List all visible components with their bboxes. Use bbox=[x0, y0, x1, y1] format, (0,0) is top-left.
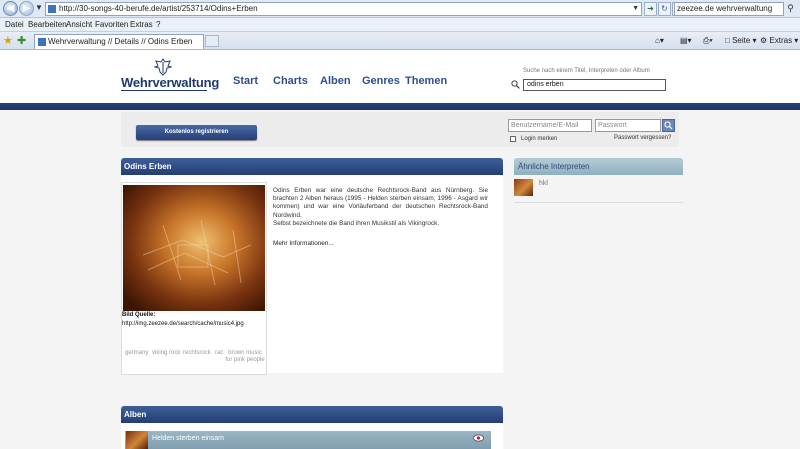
site-header: Wehrverwaltung Start Charts Alben Genres… bbox=[0, 51, 800, 103]
divider bbox=[514, 202, 683, 203]
nav-genres[interactable]: Genres bbox=[362, 75, 400, 87]
browser-search-input[interactable]: zeezee.de wehrverwaltung bbox=[674, 2, 784, 16]
site-logo[interactable]: Wehrverwaltung bbox=[121, 75, 219, 90]
tag-germany[interactable]: germany bbox=[125, 350, 148, 357]
nav-charts[interactable]: Charts bbox=[273, 75, 308, 87]
page-menu[interactable]: □ Seite ▾ bbox=[725, 35, 757, 47]
tag-brown-music[interactable]: brown music for pink people bbox=[225, 350, 265, 364]
tag-rac[interactable]: rac bbox=[215, 350, 223, 357]
page-icon bbox=[48, 5, 56, 13]
password-field[interactable]: Passwort bbox=[595, 119, 661, 132]
artist-description-text: Odins Erben war eine deutsche Rechtsrock… bbox=[273, 187, 488, 219]
page-menu-label: Seite bbox=[732, 36, 751, 45]
feed-icon[interactable]: ▤▾ bbox=[680, 35, 692, 47]
site-search-input[interactable]: odins erben bbox=[523, 79, 666, 91]
add-favorite-icon[interactable]: ✚ bbox=[17, 34, 26, 47]
eagle-logo-icon bbox=[154, 58, 172, 76]
similar-artists-title: Ähnliche Interpreten bbox=[514, 158, 683, 175]
login-submit-button[interactable] bbox=[662, 119, 675, 132]
logo-underline bbox=[121, 90, 207, 91]
header-stripe bbox=[0, 103, 800, 110]
tag-rechtsrock[interactable]: rechtsrock bbox=[183, 350, 211, 357]
image-source-label: Bild Quelle: bbox=[122, 312, 156, 318]
artist-title: Odins Erben bbox=[121, 158, 503, 175]
eye-icon[interactable] bbox=[473, 434, 484, 442]
page: Wehrverwaltung Start Charts Alben Genres… bbox=[0, 51, 800, 449]
tag-viking-rock[interactable]: viking rock bbox=[152, 350, 180, 357]
home-icon[interactable]: ⌂▾ bbox=[655, 35, 664, 47]
album-title[interactable]: Helden sterben einsam bbox=[152, 435, 224, 442]
back-button[interactable]: ◀ bbox=[3, 1, 18, 16]
forgot-password-link[interactable]: Passwort vergessen? bbox=[614, 135, 671, 141]
similar-artist-thumbnail[interactable] bbox=[514, 179, 533, 196]
extras-menu-label: Extras bbox=[769, 36, 793, 45]
artist-photo bbox=[123, 185, 265, 311]
refresh-icon[interactable]: ↻ bbox=[658, 2, 671, 16]
magnifier-icon bbox=[511, 80, 520, 89]
artist-description: Odins Erben war eine deutsche Rechtsrock… bbox=[273, 187, 488, 228]
address-bar: ◀ ▶ ▼ http://30-songs-40-berufe.de/artis… bbox=[0, 0, 800, 18]
new-tab-button[interactable] bbox=[205, 35, 219, 47]
album-thumbnail[interactable] bbox=[126, 431, 148, 449]
url-dropdown-icon[interactable]: ▼ bbox=[632, 3, 639, 15]
forward-button[interactable]: ▶ bbox=[19, 1, 34, 16]
menu-edit[interactable]: Bearbeiten bbox=[28, 18, 67, 32]
menu-bar: Datei Bearbeiten Ansicht Favoriten Extra… bbox=[0, 18, 800, 32]
favorites-star-icon[interactable]: ★ bbox=[3, 34, 13, 47]
albums-title: Alben bbox=[121, 406, 503, 423]
tab-title: Wehrverwaltung // Details // Odins Erben bbox=[48, 37, 193, 46]
menu-help[interactable]: ? bbox=[156, 18, 160, 32]
print-icon[interactable]: ⎙▾ bbox=[703, 35, 713, 47]
menu-view[interactable]: Ansicht bbox=[66, 18, 92, 32]
artist-description-text-2: Selbst bezeichnete die Band ihren Musiks… bbox=[273, 219, 440, 227]
nav-start[interactable]: Start bbox=[233, 75, 258, 87]
login-search-icon bbox=[664, 121, 673, 130]
go-icon[interactable]: ➜ bbox=[644, 2, 657, 16]
tab-page-icon bbox=[38, 38, 46, 46]
nav-themen[interactable]: Themen bbox=[405, 75, 447, 87]
search-icon[interactable]: ⚲ bbox=[784, 2, 797, 16]
tab-active[interactable]: Wehrverwaltung // Details // Odins Erben bbox=[34, 34, 204, 49]
similar-artist-name[interactable]: hkl bbox=[539, 180, 548, 187]
menu-extras[interactable]: Extras bbox=[130, 18, 153, 32]
extras-menu[interactable]: ⚙ Extras ▾ bbox=[760, 35, 798, 47]
remember-label: Login merken bbox=[521, 136, 558, 142]
tab-bar: ★ ✚ Wehrverwaltung // Details // Odins E… bbox=[0, 32, 800, 50]
menu-file[interactable]: Datei bbox=[5, 18, 24, 32]
search-hint: Suche nach einem Titel, Interpreten oder… bbox=[523, 68, 650, 74]
nav-alben[interactable]: Alben bbox=[320, 75, 351, 87]
url-field[interactable]: http://30-songs-40-berufe.de/artist/2537… bbox=[45, 2, 642, 16]
history-dropdown-icon[interactable]: ▼ bbox=[35, 3, 43, 12]
register-button[interactable]: Kostenlos registrieren bbox=[136, 125, 257, 140]
username-field[interactable]: Benutzername/E-Mail bbox=[508, 119, 592, 132]
url-text: http://30-songs-40-berufe.de/artist/2537… bbox=[59, 4, 258, 13]
remember-checkbox[interactable] bbox=[510, 136, 516, 142]
image-source-url[interactable]: http://img.zeezee.de/search/cache/music4… bbox=[122, 321, 244, 327]
menu-favorites[interactable]: Favoriten bbox=[95, 18, 128, 32]
more-info-link[interactable]: Mehr Informationen... bbox=[273, 240, 334, 247]
